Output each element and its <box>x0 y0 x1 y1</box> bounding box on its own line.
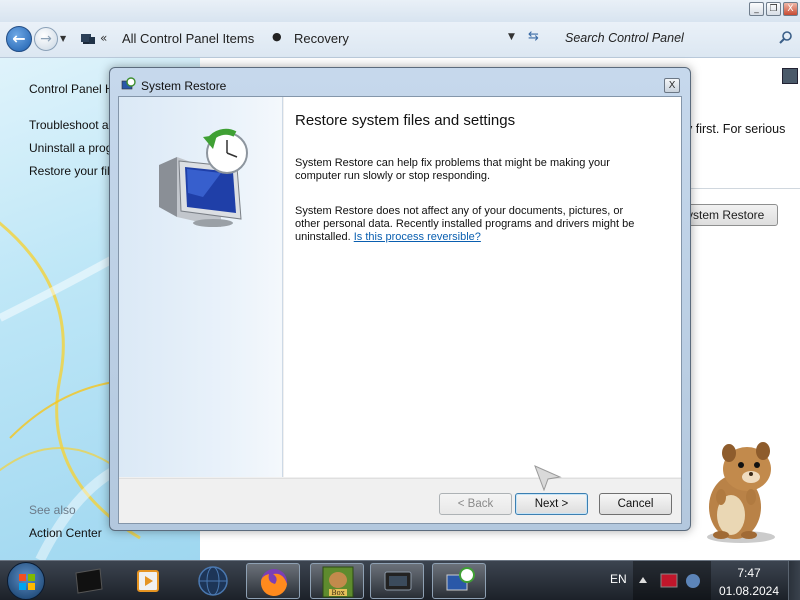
mouse-cursor-icon <box>534 465 562 491</box>
back-button-dialog[interactable]: < Back <box>439 493 512 515</box>
cancel-button[interactable]: Cancel <box>599 493 672 515</box>
system-restore-taskbar-icon <box>446 567 475 591</box>
taskbar-media-player[interactable] <box>122 563 176 599</box>
help-icon[interactable] <box>782 68 798 84</box>
system-restore-graphic-icon <box>159 128 248 227</box>
left-link-uninstall[interactable]: Uninstall a prog <box>29 141 112 155</box>
start-button[interactable] <box>7 562 45 600</box>
taskbar-firefox[interactable] <box>246 563 300 599</box>
dialog-paragraph-2-line-1: System Restore does not affect any of yo… <box>295 205 624 217</box>
search-box[interactable]: Search Control Panel <box>556 27 798 51</box>
dialog-title: System Restore <box>141 79 227 93</box>
breadcrumb-separator[interactable]: ● <box>272 30 282 43</box>
control-panel-icon <box>81 34 95 44</box>
maximize-button[interactable]: ❐ <box>766 2 781 16</box>
network-icon <box>660 573 678 588</box>
show-desktop-button[interactable] <box>788 561 800 600</box>
tray-icons <box>639 573 700 588</box>
taskbar-box-game[interactable]: Box <box>310 563 364 599</box>
address-bar: ← → ▼ « All Control Panel Items ● Recove… <box>0 22 800 58</box>
forward-button[interactable]: → <box>34 27 58 51</box>
breadcrumb-overflow[interactable]: « <box>100 31 107 45</box>
show-hidden-icons-icon <box>639 577 647 583</box>
dialog-paragraph-2-line-2: other personal data. Recently installed … <box>295 218 635 230</box>
next-button[interactable]: Next > <box>515 493 588 515</box>
title-bar: _ ❐ X <box>0 0 800 22</box>
volume-icon <box>686 574 700 588</box>
close-button[interactable]: X <box>783 2 798 16</box>
address-dropdown-icon[interactable]: ▼ <box>508 32 515 42</box>
svg-text:Box: Box <box>331 589 344 597</box>
terminal-icon <box>75 568 103 594</box>
dialog-heading: Restore system files and settings <box>295 112 516 129</box>
left-link-control-panel-home[interactable]: Control Panel H <box>29 82 114 96</box>
hamster-gadget-icon <box>707 442 775 543</box>
dialog-close-button[interactable]: X <box>664 78 680 93</box>
taskbar-globe[interactable] <box>186 563 240 599</box>
taskbar-system-restore[interactable] <box>432 563 486 599</box>
process-reversible-link[interactable]: Is this process reversible? <box>354 231 481 243</box>
divider <box>690 188 800 189</box>
dialog-footer: < Back Next > Cancel <box>119 478 681 523</box>
system-restore-dialog: System Restore X Restore system files an… <box>109 67 691 531</box>
dialog-content-panel: Restore system files and settings System… <box>284 97 681 477</box>
dialog-side-panel <box>119 97 283 477</box>
back-button[interactable]: ← <box>6 26 32 52</box>
windows-logo-icon <box>19 574 35 590</box>
language-indicator[interactable]: EN <box>610 572 627 586</box>
media-player-icon <box>137 570 159 592</box>
minimize-button[interactable]: _ <box>749 2 764 16</box>
recent-pages-dropdown-icon[interactable]: ▼ <box>60 34 66 43</box>
see-also-label: See also <box>29 503 76 517</box>
globe-icon <box>198 566 228 596</box>
system-restore-title-icon <box>121 77 136 90</box>
search-icon[interactable] <box>778 30 794 46</box>
open-system-restore-button[interactable]: ystem Restore <box>676 204 778 226</box>
display-settings-icon <box>384 571 412 591</box>
window-controls: _ ❐ X <box>749 2 798 16</box>
dialog-paragraph-2-line-3: uninstalled. <box>295 231 351 243</box>
box-game-icon: Box <box>322 566 354 598</box>
refresh-icon[interactable]: ⇆ <box>528 29 539 44</box>
taskbar-display-settings[interactable] <box>370 563 424 599</box>
dialog-paragraph-1: System Restore can help fix problems tha… <box>295 157 610 182</box>
dialog-body: Restore system files and settings System… <box>118 96 682 524</box>
clock-date[interactable]: 01.08.2024 <box>716 584 782 598</box>
breadcrumb-all-control-panel-items[interactable]: All Control Panel Items <box>122 31 254 46</box>
left-link-action-center[interactable]: Action Center <box>29 526 102 540</box>
taskbar: Box EN 7:47 01.08.2024 <box>0 560 800 600</box>
search-input[interactable]: Search Control Panel <box>565 31 684 45</box>
breadcrumb-recovery[interactable]: Recovery <box>294 31 349 46</box>
left-link-troubleshoot[interactable]: Troubleshoot a <box>29 118 109 132</box>
taskbar-terminal[interactable] <box>62 563 116 599</box>
notification-area <box>633 561 711 600</box>
firefox-icon <box>260 569 287 597</box>
left-link-restore-files[interactable]: Restore your fil <box>29 164 110 178</box>
clock-time[interactable]: 7:47 <box>720 566 778 580</box>
recovery-description-fragment: y first. For serious <box>686 122 786 136</box>
dialog-paragraph-2: System Restore does not affect any of yo… <box>295 205 640 244</box>
